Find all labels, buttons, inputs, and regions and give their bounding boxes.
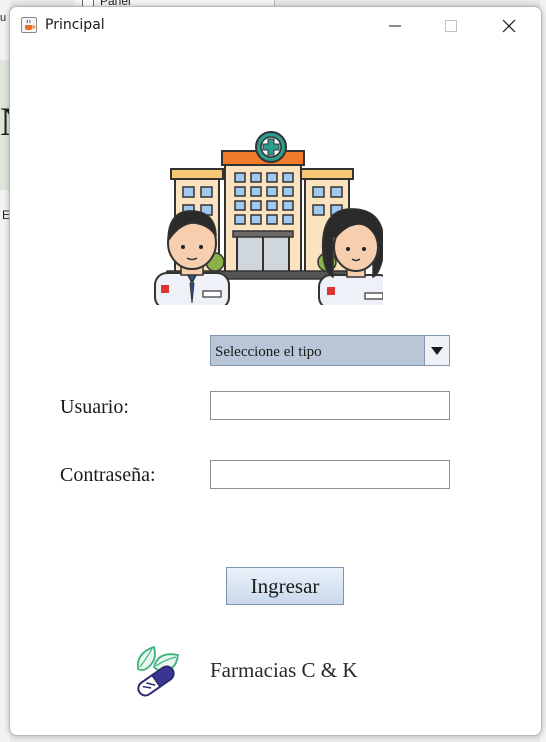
minimize-button[interactable]: [372, 7, 418, 44]
password-field[interactable]: [210, 460, 450, 489]
user-type-selected: Seleccione el tipo: [215, 344, 322, 360]
username-field[interactable]: [210, 391, 450, 420]
maximize-button[interactable]: [428, 7, 474, 44]
hospital-staff-illustration: [154, 131, 383, 305]
pill-leaf-icon: [136, 645, 179, 697]
user-type-select[interactable]: Seleccione el tipo: [210, 335, 450, 366]
username-label: Usuario:: [60, 396, 129, 418]
login-button[interactable]: Ingresar: [226, 567, 344, 605]
brand-name: Farmacias C & K: [210, 658, 358, 682]
window-title: Principal: [45, 17, 105, 33]
title-bar[interactable]: Principal: [10, 7, 541, 44]
background-app-text: u: [0, 12, 7, 24]
maximize-icon: [445, 19, 457, 32]
login-window: Principal Seleccione el tipo Usuario: Co…: [9, 6, 542, 736]
close-icon: [502, 19, 516, 32]
java-cup-icon: [21, 17, 37, 33]
chevron-down-icon[interactable]: [424, 336, 449, 365]
close-button[interactable]: [486, 7, 532, 44]
password-label: Contraseña:: [60, 464, 156, 486]
minimize-icon: [389, 25, 401, 26]
